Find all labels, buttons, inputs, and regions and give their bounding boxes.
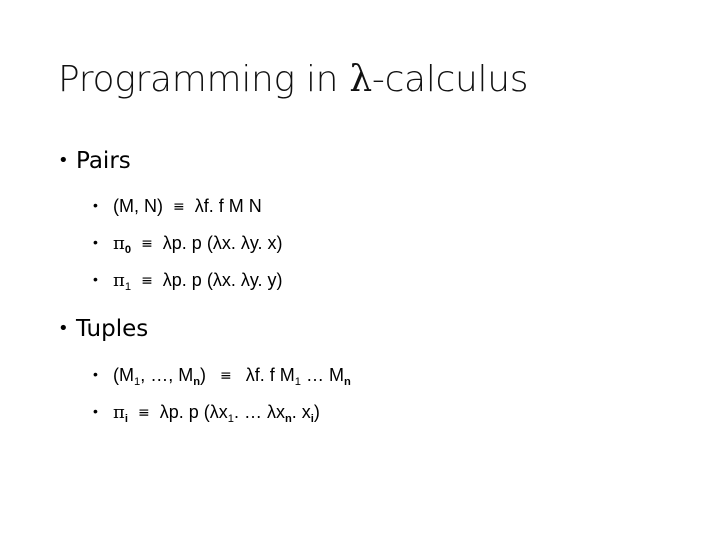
section-heading-tuples: Tuples: [76, 316, 149, 342]
bullet-pairs: • Pairs: [58, 146, 131, 176]
pair-rhs: λf. f M N: [194, 196, 262, 216]
tuple-definition: • (M1, …, Mn) ≡ λf. f M1 … Mn: [93, 361, 351, 389]
pii-rhs-close: ): [313, 402, 320, 422]
lambda-symbol: λ: [349, 59, 372, 100]
pair-definition: • (M, N) ≡ λf. f M N: [93, 192, 262, 220]
bullet-icon: •: [58, 318, 69, 339]
pi-symbol: π: [113, 402, 125, 423]
slide-title: Programming in λ-calculus: [58, 52, 529, 108]
slide: Programming in λ-calculus • Pairs • (M, N)…: [0, 0, 720, 540]
equiv-symbol: ≡: [141, 236, 153, 252]
pi-symbol: π: [113, 270, 125, 291]
pii-rhs-pre: λp. p (λx: [159, 402, 228, 422]
tuple-lhs-close: ): [200, 365, 207, 385]
pi-symbol: π: [113, 233, 125, 254]
pi-subscript: 1: [124, 280, 132, 293]
pii-rhs-mid2: . x: [291, 402, 311, 422]
tuple-lhs-mid: , …, M: [140, 365, 194, 385]
pii-definition: • πi ≡ λp. p (λx1. … λxn. xi): [93, 398, 320, 426]
pi-subscript: i: [124, 412, 128, 425]
subscript: n: [284, 412, 292, 425]
pi0-definition: • π0 ≡ λp. p (λx. λy. x): [93, 229, 282, 257]
equiv-symbol: ≡: [220, 368, 232, 384]
bullet-icon: •: [58, 150, 69, 171]
title-suffix: -calculus: [371, 59, 529, 100]
pi1-definition: • π1 ≡ λp. p (λx. λy. y): [93, 266, 282, 294]
bullet-icon: •: [93, 197, 98, 213]
tuple-rhs-mid: … M: [301, 365, 344, 385]
section-heading-pairs: Pairs: [76, 148, 131, 174]
equiv-symbol: ≡: [137, 405, 150, 421]
bullet-icon: •: [93, 271, 98, 287]
title-prefix: Programming in: [58, 59, 350, 100]
bullet-tuples: • Tuples: [58, 314, 148, 344]
pi-subscript: 0: [124, 243, 132, 256]
tuple-lhs-open: (M: [113, 365, 134, 385]
subscript: n: [344, 375, 351, 388]
pair-lhs: (M, N): [113, 196, 163, 216]
bullet-icon: •: [93, 234, 98, 250]
equiv-symbol: ≡: [141, 273, 153, 289]
pi0-rhs: λp. p (λx. λy. x): [162, 233, 283, 253]
bullet-icon: •: [93, 366, 98, 382]
pi1-rhs: λp. p (λx. λy. y): [162, 270, 283, 290]
pii-rhs-mid: . … λx: [233, 402, 285, 422]
bullet-icon: •: [93, 403, 98, 419]
tuple-rhs-pre: λf. f M: [245, 365, 295, 385]
equiv-symbol: ≡: [172, 199, 185, 215]
